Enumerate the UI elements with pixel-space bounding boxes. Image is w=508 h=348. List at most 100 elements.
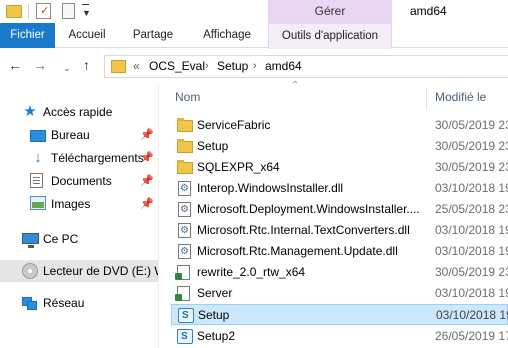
breadcrumb-separator-icon[interactable]: › xyxy=(205,56,209,77)
list-item[interactable]: Microsoft.Deployment.WindowsInstaller...… xyxy=(171,199,508,220)
navigation-bar: ← → ⌄ ↑ « OCS_Eval › Setup › amd64 xyxy=(0,49,508,83)
dll-file-icon xyxy=(178,181,191,196)
recent-locations-chevron-icon[interactable]: ⌄ xyxy=(63,60,71,76)
tab-share[interactable]: Partage xyxy=(119,23,187,48)
column-divider[interactable] xyxy=(426,88,427,110)
breadcrumb-setup[interactable]: Setup xyxy=(217,56,248,77)
sidebar-item-label: Réseau xyxy=(43,296,85,310)
title-bar: ✓ ▼ Gérer amd64 xyxy=(0,0,508,23)
pin-icon[interactable]: 📌 xyxy=(140,124,154,146)
window-title: amd64 xyxy=(410,4,447,18)
list-item-selected[interactable]: Setup 03/10/2018 19 xyxy=(171,304,508,325)
setup-icon xyxy=(177,329,193,344)
file-name: Microsoft.Rtc.Internal.TextConverters.dl… xyxy=(197,223,410,237)
tab-file[interactable]: Fichier xyxy=(0,23,55,48)
breadcrumb-amd64[interactable]: amd64 xyxy=(265,56,302,77)
breadcrumb-overflow[interactable]: « xyxy=(133,56,140,77)
list-item[interactable]: Setup2 26/05/2019 17 xyxy=(171,326,508,347)
new-folder-button[interactable] xyxy=(62,3,75,19)
file-name: ServiceFabric xyxy=(197,118,271,132)
pin-icon[interactable]: 📌 xyxy=(140,170,154,192)
dvd-icon xyxy=(22,263,38,279)
file-date: 03/10/2018 19 xyxy=(435,181,508,195)
list-item[interactable]: ServiceFabric 30/05/2019 23 xyxy=(171,115,508,136)
computer-icon xyxy=(22,233,39,248)
breadcrumb-ocs-eval[interactable]: OCS_Eval xyxy=(149,56,205,77)
pin-icon[interactable]: 📌 xyxy=(140,193,154,215)
tab-application-tools[interactable]: Outils d'application xyxy=(268,23,392,49)
sidebar-item-label: Téléchargements xyxy=(51,151,144,165)
documents-icon xyxy=(30,173,43,188)
file-date: 30/05/2019 23 xyxy=(435,118,508,132)
sidebar-item-this-pc[interactable]: Ce PC xyxy=(0,228,158,250)
file-date: 25/05/2018 23 xyxy=(435,202,508,216)
dll-file-icon xyxy=(178,223,191,238)
navigation-pane: ★ Accès rapide Bureau 📌 ↓ Téléchargement… xyxy=(0,92,158,348)
installer-icon xyxy=(175,265,190,280)
dll-file-icon xyxy=(178,202,191,217)
tab-home[interactable]: Accueil xyxy=(55,23,119,48)
file-date: 03/10/2018 19 xyxy=(435,244,508,258)
sidebar-item-documents[interactable]: Documents 📌 xyxy=(0,170,158,192)
sidebar-item-label: Bureau xyxy=(51,128,90,142)
properties-button[interactable]: ✓ xyxy=(36,3,51,19)
file-date: 30/05/2019 23 xyxy=(435,160,508,174)
sidebar-item-pictures[interactable]: Images 📌 xyxy=(0,193,158,215)
pane-splitter[interactable] xyxy=(158,84,159,348)
list-item[interactable]: rewrite_2.0_rtw_x64 30/05/2019 23 xyxy=(171,262,508,283)
breadcrumb-separator-icon[interactable]: › xyxy=(253,56,257,77)
forward-arrow-icon[interactable]: → xyxy=(33,57,47,73)
up-arrow-icon[interactable]: ↑ xyxy=(83,57,90,73)
folder-icon xyxy=(177,118,193,132)
file-name: Interop.WindowsInstaller.dll xyxy=(197,181,344,195)
pictures-icon xyxy=(30,196,46,210)
sidebar-item-label: Ce PC xyxy=(43,232,79,246)
list-item[interactable]: Server 03/10/2018 19 xyxy=(171,283,508,304)
sidebar-item-label: Accès rapide xyxy=(43,105,113,119)
sidebar-item-label: Lecteur de DVD (E:) W xyxy=(43,264,158,278)
file-name: Server xyxy=(197,286,233,300)
list-item[interactable]: Interop.WindowsInstaller.dll 03/10/2018 … xyxy=(171,178,508,199)
dll-file-icon xyxy=(178,244,191,259)
sidebar-item-desktop[interactable]: Bureau 📌 xyxy=(0,124,158,146)
installer-icon xyxy=(175,286,190,301)
sidebar-item-label: Images xyxy=(51,197,91,211)
file-date: 03/10/2018 19 xyxy=(435,223,508,237)
sidebar-item-downloads[interactable]: ↓ Téléchargements 📌 xyxy=(0,147,158,169)
file-name: SQLEXPR_x64 xyxy=(197,160,280,174)
file-date: 30/05/2019 23 xyxy=(435,265,508,279)
list-item[interactable]: Microsoft.Rtc.Internal.TextConverters.dl… xyxy=(171,220,508,241)
column-header-date-modified[interactable]: Modifié le xyxy=(435,84,486,110)
ribbon-tabs: Fichier Accueil Partage Affichage Outils… xyxy=(0,23,508,49)
file-name: Setup xyxy=(198,308,230,322)
download-icon: ↓ xyxy=(34,149,42,166)
address-bar[interactable]: « OCS_Eval › Setup › amd64 xyxy=(104,55,508,78)
tab-view[interactable]: Affichage xyxy=(187,23,267,48)
file-date: 03/10/2018 19 xyxy=(436,308,508,322)
sidebar-item-network[interactable]: Réseau xyxy=(0,292,158,314)
checkmark-icon: ✓ xyxy=(40,5,50,17)
file-date: 26/05/2019 17 xyxy=(435,329,508,343)
folder-icon xyxy=(177,139,193,153)
back-arrow-icon[interactable]: ← xyxy=(8,57,22,73)
file-name: rewrite_2.0_rtw_x64 xyxy=(197,265,306,279)
list-item[interactable]: Setup 30/05/2019 23 xyxy=(171,136,508,157)
folder-icon xyxy=(111,60,126,73)
sidebar-item-label: Documents xyxy=(51,174,112,188)
customize-quick-access-button[interactable]: ▼ xyxy=(82,4,91,20)
list-item[interactable]: Microsoft.Rtc.Management.Update.dll 03/1… xyxy=(171,241,508,262)
pin-icon[interactable]: 📌 xyxy=(140,147,154,169)
file-date: 30/05/2019 23 xyxy=(435,139,508,153)
star-icon: ★ xyxy=(23,103,37,120)
file-date: 03/10/2018 19 xyxy=(435,286,508,300)
toolbar-divider xyxy=(28,4,29,19)
folder-icon xyxy=(177,160,193,174)
sidebar-item-dvd-drive[interactable]: Lecteur de DVD (E:) W xyxy=(0,260,158,282)
column-header-name[interactable]: Nom xyxy=(175,84,200,110)
list-item[interactable]: SQLEXPR_x64 30/05/2019 23 xyxy=(171,157,508,178)
desktop-icon xyxy=(30,130,46,142)
sidebar-item-quick-access[interactable]: ★ Accès rapide xyxy=(0,101,158,123)
file-name: Setup xyxy=(197,139,229,153)
folder-icon xyxy=(6,5,22,18)
network-icon xyxy=(22,295,38,311)
